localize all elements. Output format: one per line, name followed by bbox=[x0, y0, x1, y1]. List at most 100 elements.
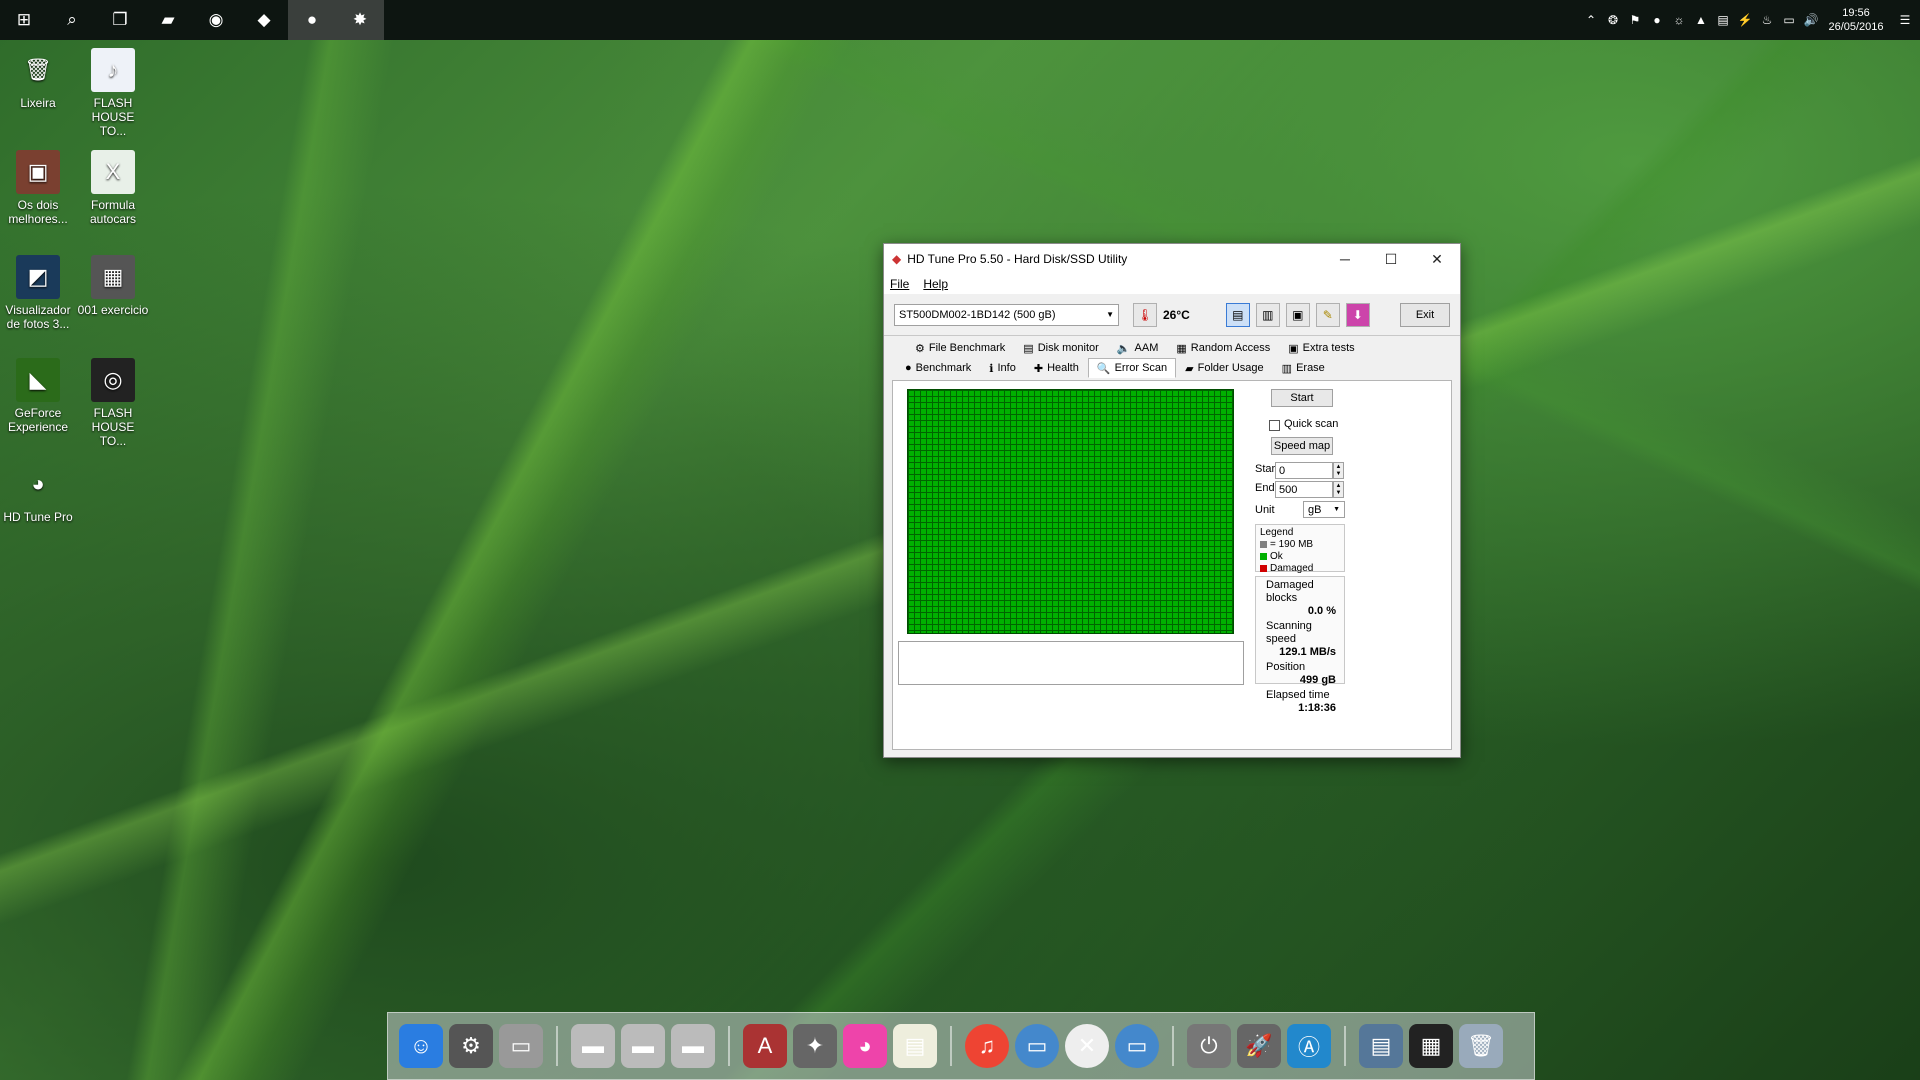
chrome-icon[interactable]: ◉ bbox=[192, 0, 240, 40]
tab-health[interactable]: ✚ Health bbox=[1025, 358, 1088, 378]
desktop-icon-mp3-file[interactable]: ♪ FLASH HOUSE TO... bbox=[77, 48, 149, 138]
exit-button[interactable]: Exit bbox=[1400, 302, 1450, 327]
dock-app-icon[interactable]: ▬ bbox=[571, 1024, 615, 1068]
dock-app-icon[interactable]: ♫ bbox=[965, 1024, 1009, 1068]
tray-icon[interactable]: 🔊 bbox=[1800, 13, 1822, 27]
desktop-icon-label: 001 exercicio bbox=[77, 303, 149, 317]
dock-app-icon[interactable]: ▦ bbox=[1409, 1024, 1453, 1068]
tab-row-bottom: ● Benchmark ℹ Info ✚ Health 🔍 Error Scan ▰ Folder… bbox=[884, 358, 1460, 378]
options-icon[interactable]: ✎ bbox=[1315, 302, 1340, 327]
tab-info[interactable]: ℹ Info bbox=[980, 358, 1025, 378]
tab-random-access[interactable]: ▦ Random Access bbox=[1167, 338, 1279, 358]
desktop-icon-photo-viewer[interactable]: ◩ Visualizador de fotos 3... bbox=[2, 255, 74, 331]
start-icon[interactable]: ⊞ bbox=[0, 0, 48, 40]
desktop-icon-hdtune-pro[interactable]: ◕ HD Tune Pro bbox=[2, 462, 74, 525]
hdtune-icon[interactable]: ● bbox=[288, 0, 336, 40]
dock-app-icon[interactable]: ☺ bbox=[399, 1024, 443, 1068]
maximize-button[interactable]: ☐ bbox=[1368, 244, 1414, 274]
desktop-icon-geforce[interactable]: ◣ GeForce Experience bbox=[2, 358, 74, 434]
legend-ok: Ok bbox=[1270, 551, 1283, 562]
tab-folder-usage[interactable]: ▰ Folder Usage bbox=[1176, 358, 1273, 378]
tray-icon[interactable]: ● bbox=[1646, 13, 1668, 27]
shortcut-os-dois-icon: ▣ bbox=[16, 150, 60, 194]
desktop-icon-exercise-file[interactable]: ▦ 001 exercicio bbox=[77, 255, 149, 317]
excel-file-icon: X bbox=[91, 150, 135, 194]
temperature-value: 26°C bbox=[1163, 307, 1190, 322]
legend-damaged: Damaged bbox=[1270, 563, 1314, 574]
dock-app-icon[interactable]: ▬ bbox=[621, 1024, 665, 1068]
speed-map-button[interactable]: Speed map bbox=[1271, 437, 1333, 455]
desktop-icon-label: Visualizador de fotos 3... bbox=[5, 303, 71, 331]
tray-icon[interactable]: ♨ bbox=[1756, 13, 1778, 27]
desktop-icon-excel-file[interactable]: X Formula autocars bbox=[77, 150, 149, 226]
copy-info-icon[interactable]: ▥ bbox=[1255, 302, 1280, 327]
tray-icon[interactable]: ⌃ bbox=[1580, 13, 1602, 27]
extra-tests-icon: ▣ bbox=[1288, 342, 1299, 355]
dock-app-icon[interactable]: Ⓐ bbox=[1287, 1024, 1331, 1068]
file-explorer-icon[interactable]: ▰ bbox=[144, 0, 192, 40]
menu-file[interactable]: File bbox=[890, 277, 909, 291]
dock-app-icon[interactable]: ▤ bbox=[893, 1024, 937, 1068]
save-icon[interactable]: ⬇ bbox=[1345, 302, 1370, 327]
tab-label: File Benchmark bbox=[928, 342, 1006, 354]
dock-app-icon[interactable]: 🗑 bbox=[1459, 1024, 1503, 1068]
start-input[interactable]: 0 bbox=[1275, 462, 1333, 479]
dock-app-icon[interactable]: ▬ bbox=[671, 1024, 715, 1068]
tab-aam[interactable]: 🔈 AAM bbox=[1108, 338, 1168, 358]
avast-icon[interactable]: ✸ bbox=[336, 0, 384, 40]
dock-app-icon[interactable]: ▭ bbox=[499, 1024, 543, 1068]
dock-app-icon[interactable]: ▭ bbox=[1115, 1024, 1159, 1068]
tray-icon[interactable]: ☼ bbox=[1668, 13, 1690, 27]
search-icon[interactable]: ⌕ bbox=[48, 0, 96, 40]
tab-benchmark[interactable]: ● Benchmark bbox=[896, 358, 980, 378]
tray-icon[interactable]: ▲ bbox=[1690, 13, 1712, 27]
tab-label: AAM bbox=[1134, 342, 1159, 354]
screenshot-icon[interactable]: ▣ bbox=[1285, 302, 1310, 327]
dock-app-icon[interactable]: ▤ bbox=[1359, 1024, 1403, 1068]
tray-icon[interactable]: ▭ bbox=[1778, 13, 1800, 27]
title-bar[interactable]: ◆ HD Tune Pro 5.50 - Hard Disk/SSD Utili… bbox=[884, 244, 1460, 274]
menu-help[interactable]: Help bbox=[923, 277, 948, 291]
dock-separator bbox=[1172, 1026, 1174, 1066]
unit-select[interactable]: gB ▼ bbox=[1303, 501, 1345, 518]
desktop-icon-flash-house[interactable]: ◎ FLASH HOUSE TO... bbox=[77, 358, 149, 448]
damaged-blocks-label: Damaged blocks bbox=[1266, 579, 1314, 604]
notification-icon[interactable]: ☰ bbox=[1890, 13, 1920, 27]
legend-block: = 190 MB bbox=[1270, 539, 1314, 550]
elapsed-time-value: 1:18:36 bbox=[1298, 702, 1336, 714]
task-view-icon[interactable]: ❐ bbox=[96, 0, 144, 40]
dock-app-icon[interactable]: ✦ bbox=[793, 1024, 837, 1068]
tray-icon[interactable]: ⚑ bbox=[1624, 13, 1646, 27]
tab-extra-tests[interactable]: ▣ Extra tests bbox=[1279, 338, 1363, 358]
drive-select[interactable]: ST500DM002-1BD142 (500 gB) ▼ bbox=[894, 303, 1119, 326]
dock-app-icon[interactable]: ▭ bbox=[1015, 1024, 1059, 1068]
dock-app-icon[interactable]: ⚙ bbox=[449, 1024, 493, 1068]
tab-disk-monitor[interactable]: ▤ Disk monitor bbox=[1014, 338, 1108, 358]
dock-app-icon[interactable]: A bbox=[743, 1024, 787, 1068]
tray-icon[interactable]: ❂ bbox=[1602, 13, 1624, 27]
start-spinner[interactable]: ▲ ▼ bbox=[1333, 462, 1344, 479]
dock-app-icon[interactable]: ✕ bbox=[1065, 1024, 1109, 1068]
tab-erase[interactable]: ▥ Erase bbox=[1273, 358, 1334, 378]
tab-label: Disk monitor bbox=[1037, 342, 1099, 354]
close-button[interactable]: ✕ bbox=[1414, 244, 1460, 274]
tab-file-benchmark[interactable]: ⚙ File Benchmark bbox=[906, 338, 1014, 358]
dock-app-icon[interactable]: ◕ bbox=[843, 1024, 887, 1068]
minimize-button[interactable]: ─ bbox=[1322, 244, 1368, 274]
start-button[interactable]: Start bbox=[1271, 389, 1333, 407]
mp3-file-icon: ♪ bbox=[91, 48, 135, 92]
tray-icon[interactable]: ⚡ bbox=[1734, 13, 1756, 27]
app-icon[interactable]: ◆ bbox=[240, 0, 288, 40]
tab-label: Random Access bbox=[1190, 342, 1271, 354]
dock-app-icon[interactable]: ⏻ bbox=[1187, 1024, 1231, 1068]
tab-error-scan[interactable]: 🔍 Error Scan bbox=[1087, 358, 1177, 378]
end-spinner[interactable]: ▲ ▼ bbox=[1333, 481, 1344, 498]
tray-icon[interactable]: ▤ bbox=[1712, 13, 1734, 27]
desktop-icon-shortcut-os-dois[interactable]: ▣ Os dois melhores... bbox=[2, 150, 74, 226]
dock-app-icon[interactable]: 🚀 bbox=[1237, 1024, 1281, 1068]
desktop-icon-recycle-bin[interactable]: 🗑 Lixeira bbox=[2, 48, 74, 111]
copy-text-icon[interactable]: ▤ bbox=[1225, 302, 1250, 327]
end-input[interactable]: 500 bbox=[1275, 481, 1333, 498]
quick-scan-checkbox[interactable] bbox=[1269, 420, 1280, 431]
clock[interactable]: 19:56 26/05/2016 bbox=[1822, 6, 1890, 34]
